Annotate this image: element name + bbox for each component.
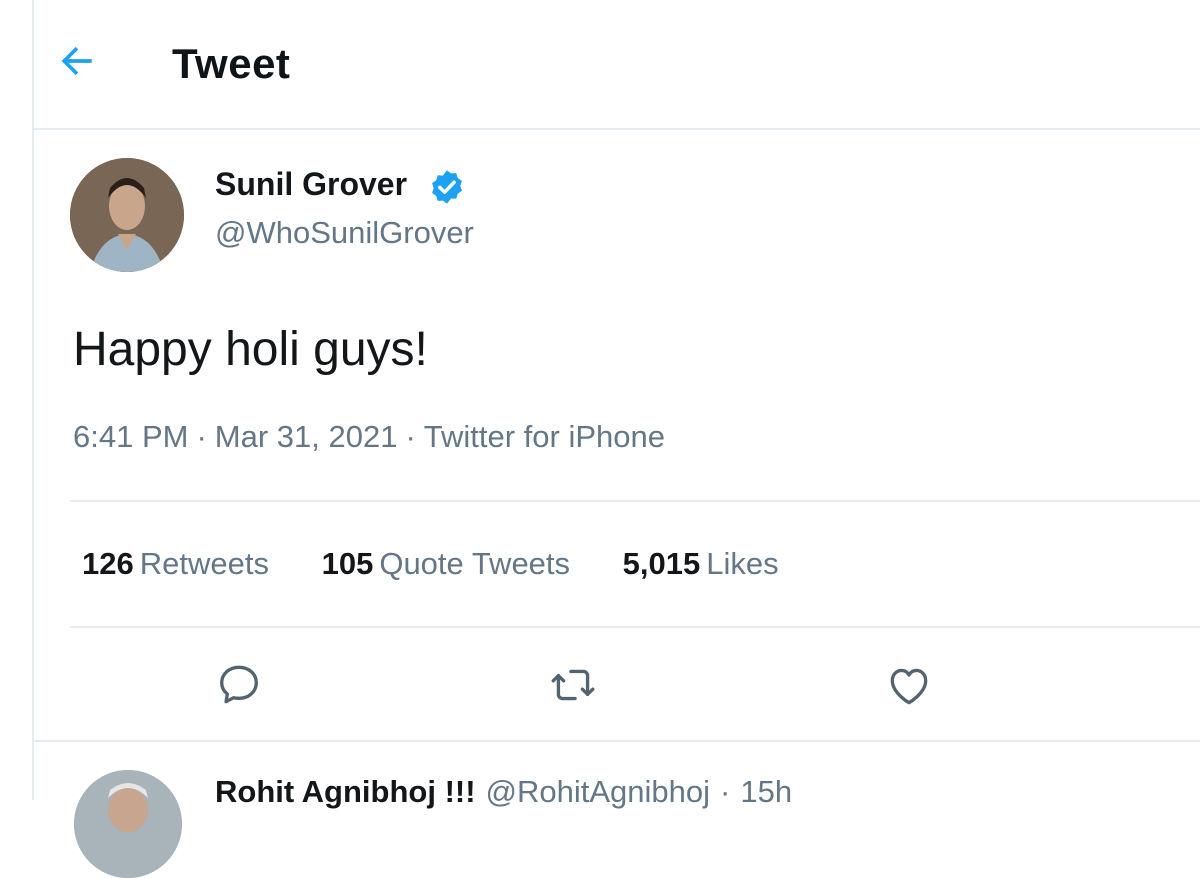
likes-label: Likes — [706, 546, 779, 581]
arrow-left-icon — [61, 46, 92, 76]
retweets-label: Retweets — [139, 546, 269, 581]
reply-button[interactable] — [212, 658, 266, 712]
reply-separator: · — [720, 774, 731, 809]
tweet-stats: 126 Retweets 105 Quote Tweets 5,015 Likes — [82, 546, 823, 582]
quote-tweets-label: Quote Tweets — [379, 546, 571, 581]
author-handle[interactable]: @WhoSunilGrover — [215, 215, 474, 251]
divider — [70, 626, 1200, 628]
likes-count: 5,015 — [622, 546, 701, 581]
reply-author-handle[interactable]: @RohitAgnibhoj — [486, 774, 711, 809]
quote-tweets-count: 105 — [321, 546, 374, 581]
avatar[interactable] — [70, 158, 184, 272]
meta-separator: · — [405, 419, 416, 454]
divider — [70, 500, 1200, 502]
divider — [34, 740, 1200, 742]
retweet-icon — [551, 669, 595, 701]
reply-avatar-photo — [74, 770, 182, 878]
tweet-text: Happy holi guys! — [73, 323, 428, 376]
tweet-time[interactable]: 6:41 PM — [73, 419, 188, 454]
back-button[interactable] — [52, 36, 102, 86]
like-icon — [890, 668, 928, 705]
tweet-meta: 6:41 PM · Mar 31, 2021 · Twitter for iPhone — [73, 419, 665, 455]
likes-stat[interactable]: 5,015 Likes — [623, 546, 779, 582]
quote-tweets-stat[interactable]: 105 Quote Tweets — [322, 546, 570, 582]
meta-separator: · — [196, 419, 207, 454]
avatar-photo — [70, 158, 184, 272]
reply-icon — [220, 665, 258, 704]
like-button[interactable] — [882, 658, 936, 712]
left-rail — [0, 0, 34, 800]
reply-header: Rohit Agnibhoj !!! @RohitAgnibhoj · 15h — [215, 774, 792, 810]
tweet-date[interactable]: Mar 31, 2021 — [215, 419, 398, 454]
retweet-button[interactable] — [546, 658, 600, 712]
tweet-source[interactable]: Twitter for iPhone — [424, 419, 665, 454]
page-title: Tweet — [172, 40, 291, 87]
reply-time[interactable]: 15h — [740, 774, 792, 809]
reply-author-name[interactable]: Rohit Agnibhoj !!! — [215, 774, 476, 809]
verified-badge-icon — [432, 170, 462, 204]
retweets-stat[interactable]: 126 Retweets — [82, 546, 269, 582]
reply-avatar[interactable] — [74, 770, 182, 878]
retweets-count: 126 — [82, 546, 134, 581]
author-name[interactable]: Sunil Grover — [215, 166, 407, 203]
